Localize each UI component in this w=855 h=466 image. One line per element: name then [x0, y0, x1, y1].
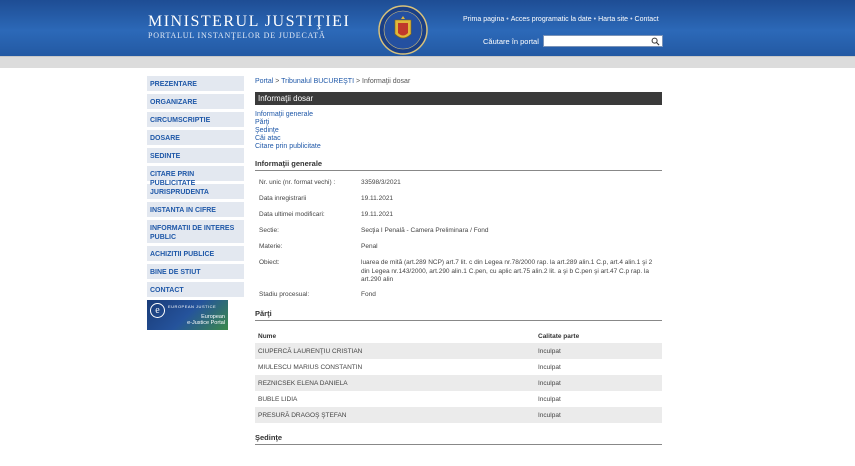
table-row: REZNICSEK ELENA DANIELA Inculpat: [255, 375, 662, 391]
sidebar-item-citare[interactable]: CITARE PRIN PUBLICITATE: [147, 166, 244, 187]
sidebar-item-bine-de-stiut[interactable]: BINE DE STIUT: [147, 264, 244, 279]
sidebar-item-organizare[interactable]: ORGANIZARE: [147, 94, 244, 109]
party-role: Inculpat: [535, 375, 662, 391]
party-role: Inculpat: [535, 407, 662, 423]
page-root: MINISTERUL JUSTIŢIEI PORTALUL INSTANŢELO…: [0, 0, 855, 466]
header-divider-band: [0, 56, 855, 68]
table-row: BUBLE LIDIA Inculpat: [255, 391, 662, 407]
parti-table: Nume Calitate parte CIUPERCĂ LAURENŢIU C…: [255, 329, 662, 423]
party-name: CIUPERCĂ LAURENŢIU CRISTIAN: [255, 343, 535, 359]
party-name: PRESURĂ DRAGOŞ ŞTEFAN: [255, 407, 535, 423]
party-name: MIULESCU MARIUS CONSTANTIN: [258, 363, 363, 371]
field-row: Materie: Penal: [255, 243, 662, 259]
sidebar-item-achizitii-publice[interactable]: ACHIZITII PUBLICE: [147, 246, 244, 261]
section-title-informatii-generale: Informaţii generale: [255, 159, 662, 171]
anchor-parti[interactable]: Părţi: [255, 119, 662, 127]
sidebar: PREZENTARE ORGANIZARE CIRCUMSCRIPTIE DOS…: [147, 76, 244, 330]
site-header: MINISTERUL JUSTIŢIEI PORTALUL INSTANŢELO…: [0, 0, 855, 56]
party-role: Inculpat: [535, 343, 662, 359]
party-role: Inculpat: [538, 363, 561, 371]
field-label: Materie:: [259, 243, 283, 250]
general-fields: Nr. unic (nr. format vechi) : 33598/3/20…: [255, 179, 662, 307]
field-row: Data inregistrarii 19.11.2021: [255, 195, 662, 211]
page-title: Informaţii dosar: [255, 92, 662, 105]
section-title-sedinte: Şedinţe: [255, 433, 662, 445]
anchor-cai-atac[interactable]: Căi atac: [255, 135, 662, 143]
top-links: Prima pagina • Acces programatic la date • H…: [463, 16, 659, 23]
field-label: Data ultimei modificari:: [259, 211, 325, 218]
ejustice-portal-banner[interactable]: e EUROPEAN JUSTICE European e-Justice Por…: [147, 300, 228, 330]
link-contact[interactable]: Contact: [635, 16, 659, 23]
field-value: Penal: [361, 243, 378, 250]
field-value: 19.11.2021: [361, 211, 394, 218]
field-value: Secţia I Penală - Camera Preliminara / F…: [361, 227, 489, 234]
field-row: Nr. unic (nr. format vechi) : 33598/3/20…: [255, 179, 662, 195]
field-value: 19.11.2021: [361, 195, 394, 202]
field-value: Fond: [361, 291, 376, 298]
ejustice-logo-icon: e: [150, 303, 165, 318]
breadcrumb-tribunal[interactable]: Tribunalul BUCUREŞTI: [281, 78, 354, 85]
field-row: Obiect: luarea de mită (art.289 NCP) art…: [255, 259, 662, 291]
link-separator: •: [506, 16, 509, 23]
table-row: MIULESCU MARIUS CONSTANTIN Inculpat: [255, 359, 662, 375]
ejustice-title: European e-Justice Portal: [187, 314, 225, 326]
link-separator: •: [593, 16, 597, 23]
anchor-informatii-generale[interactable]: Informaţii generale: [255, 111, 662, 119]
sidebar-item-dosare[interactable]: DOSARE: [147, 130, 244, 145]
field-row: Data ultimei modificari: 19.11.2021: [255, 211, 662, 227]
main-content: Portal > Tribunalul BUCUREŞTI > Informaţ…: [255, 78, 662, 445]
link-harta-site[interactable]: Harta site: [598, 16, 628, 23]
column-header-nume: Nume: [258, 332, 277, 340]
anchor-citare[interactable]: Citare prin publicitate: [255, 143, 662, 151]
ejustice-line2: e-Justice Portal: [187, 320, 225, 326]
search-label: Căutare în portal: [483, 37, 539, 46]
field-label: Data inregistrarii: [259, 195, 307, 202]
breadcrumb-current: Informaţii dosar: [362, 78, 411, 85]
field-label: Sectie:: [259, 227, 279, 234]
sidebar-item-circumscriptie[interactable]: CIRCUMSCRIPTIE: [147, 112, 244, 127]
site-title: MINISTERUL JUSTIŢIEI: [148, 13, 351, 30]
field-label: Stadiu procesual:: [259, 291, 310, 298]
party-role: Inculpat: [538, 395, 561, 403]
sidebar-item-prezentare[interactable]: PREZENTARE: [147, 76, 244, 91]
field-label: Obiect:: [259, 259, 280, 266]
field-value: 33598/3/2021: [361, 179, 401, 186]
link-prima-pagina[interactable]: Prima pagina: [463, 16, 504, 23]
anchor-sedinte[interactable]: Şedinţe: [255, 127, 662, 135]
party-name: REZNICSEK ELENA DANIELA: [255, 375, 535, 391]
search-icon[interactable]: [651, 37, 660, 46]
table-header-row: Nume Calitate parte: [255, 329, 662, 343]
sidebar-item-contact[interactable]: CONTACT: [147, 282, 244, 297]
table-row: CIUPERCĂ LAURENŢIU CRISTIAN Inculpat: [255, 343, 662, 359]
section-title-parti: Părţi: [255, 309, 662, 321]
field-row: Stadiu procesual: Fond: [255, 291, 662, 307]
party-name: BUBLE LIDIA: [258, 395, 298, 403]
field-row: Sectie: Secţia I Penală - Camera Prelimi…: [255, 227, 662, 243]
ejustice-small-text: EUROPEAN JUSTICE: [168, 304, 217, 309]
sidebar-item-informatii-interes-public[interactable]: INFORMATII DE INTERES PUBLIC: [147, 220, 244, 243]
field-value: luarea de mită (art.289 NCP) art.7 lit. …: [361, 259, 653, 283]
link-acces-programatic[interactable]: Acces programatic la date: [511, 16, 592, 23]
field-label: Nr. unic (nr. format vechi) :: [259, 179, 336, 186]
search-input[interactable]: [543, 35, 663, 47]
coat-of-arms-icon: [378, 5, 428, 55]
breadcrumb-portal[interactable]: Portal: [255, 78, 273, 85]
sidebar-item-sedinte[interactable]: SEDINTE: [147, 148, 244, 163]
link-separator: •: [630, 16, 633, 23]
table-row: PRESURĂ DRAGOŞ ŞTEFAN Inculpat: [255, 407, 662, 423]
section-anchors: Informaţii generale Părţi Şedinţe Căi at…: [255, 111, 662, 151]
breadcrumb: Portal > Tribunalul BUCUREŞTI > Informaţ…: [255, 78, 662, 92]
sidebar-item-instanta-in-cifre[interactable]: INSTANTA IN CIFRE: [147, 202, 244, 217]
site-subtitle: PORTALUL INSTANŢELOR DE JUDECATĂ: [148, 31, 326, 40]
column-header-calitate: Calitate parte: [538, 332, 580, 340]
